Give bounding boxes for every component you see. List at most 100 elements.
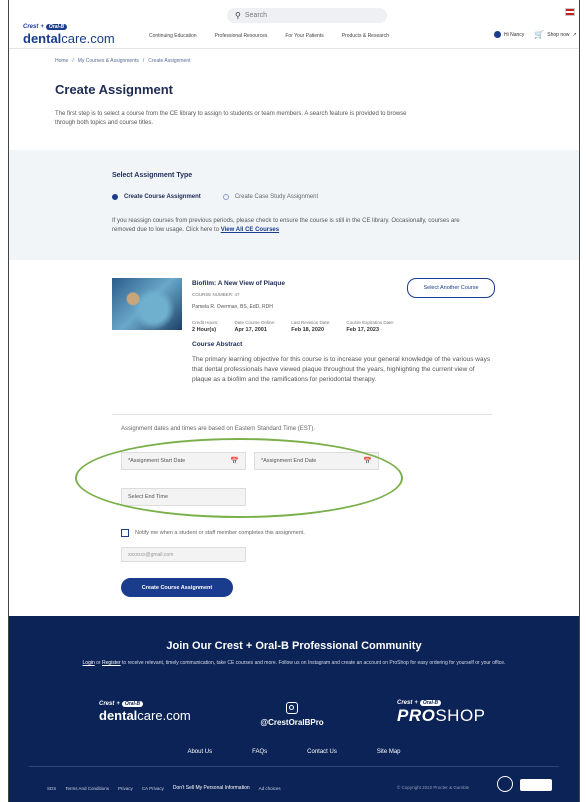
notify-label[interactable]: Notify me when a student or staff member…: [135, 530, 305, 536]
accessibility-badge-icon[interactable]: [497, 776, 513, 792]
footer-link-contact[interactable]: Contact Us: [307, 749, 337, 755]
footer-dentalcare-logo[interactable]: Crest + Oral-B dentalcare.com: [99, 701, 191, 723]
meta-label: Last Revision Date:: [291, 320, 331, 325]
nav-products-research[interactable]: Products & Research: [342, 33, 389, 39]
meta-revision-date: Last Revision Date: Feb 18, 2020: [291, 320, 330, 333]
legal-privacy[interactable]: Privacy: [118, 786, 133, 791]
breadcrumb-current: Create Assignment: [148, 58, 191, 64]
course-abstract-title: Course Abstract: [192, 341, 243, 348]
meta-value: Feb 18, 2020: [291, 327, 325, 333]
accredited-business-badge-icon[interactable]: [520, 779, 552, 791]
reassign-note: If you reassign courses from previous pe…: [112, 217, 472, 235]
radio-course-assignment-label[interactable]: Create Course Assignment: [124, 194, 201, 200]
logo-word-rest: care.com: [137, 708, 191, 723]
logo-word-bold: dental: [23, 31, 62, 46]
footer-text-body: to receive relevant, timely communicatio…: [122, 660, 506, 666]
radio-case-study-assignment-label[interactable]: Create Case Study Assignment: [235, 194, 318, 200]
legal-ad-choices[interactable]: Ad choices: [259, 786, 281, 791]
meta-value: Feb 17, 2023: [346, 327, 380, 333]
us-flag-icon[interactable]: [565, 8, 575, 16]
notify-checkbox[interactable]: [121, 529, 129, 537]
breadcrumb-home[interactable]: Home: [55, 58, 68, 64]
footer-text: Login or Register to receive relevant, t…: [49, 660, 539, 667]
radio-course-assignment[interactable]: [112, 194, 118, 200]
main-nav: Continuing Education Professional Resour…: [149, 33, 389, 39]
nav-professional-resources[interactable]: Professional Resources: [215, 33, 268, 39]
section-divider: [112, 414, 492, 415]
create-course-assignment-button[interactable]: Create Course Assignment: [121, 578, 233, 597]
assignment-type-title: Select Assignment Type: [112, 172, 193, 179]
search-input[interactable]: ⚲ Search: [227, 8, 387, 23]
dentalcare-logo[interactable]: Crest + Oral-B dentalcare.com: [23, 24, 115, 46]
meta-label: Date Course Online:: [234, 320, 276, 325]
legal-dont-sell[interactable]: Don't Sell My Personal Information: [173, 785, 250, 791]
user-greeting: Hi Nancy: [504, 31, 525, 38]
page-frame: ⚲ Search Crest + Oral-B dentalcare.com C…: [8, 0, 580, 802]
assignment-type-options: Create Course Assignment Create Case Stu…: [112, 194, 318, 200]
select-another-course-button[interactable]: Select Another Course: [407, 278, 495, 298]
account-link[interactable]: Hi Nancy: [494, 31, 524, 38]
breadcrumb-separator: /: [142, 58, 145, 64]
course-number: COURSE NUMBER: 47: [192, 292, 240, 297]
footer-link-about[interactable]: About Us: [187, 749, 212, 755]
breadcrumb: Home / My Courses & Assignments / Create…: [55, 58, 191, 64]
user-icon: [494, 31, 501, 38]
shop-label: Shop now: [547, 31, 570, 38]
external-link-icon: ↗: [572, 31, 577, 38]
nav-for-your-patients[interactable]: For Your Patients: [285, 33, 323, 39]
footer-title: Join Our Crest + Oral-B Professional Com…: [166, 640, 422, 652]
meta-expiration-date: Course Expiration Date: Feb 17, 2023: [346, 320, 394, 333]
proshop-rest: SHOP: [435, 706, 486, 725]
legal-terms[interactable]: Terms And Conditions: [65, 786, 109, 791]
timezone-note: Assignment dates and times are based on …: [121, 426, 316, 432]
assignment-type-section: [9, 150, 579, 260]
legal-ca-privacy[interactable]: CA Privacy: [142, 786, 164, 791]
logo-brand-top: Crest: [99, 701, 115, 707]
meta-label: Credit Hours:: [192, 320, 219, 325]
footer-copyright: © Copyright 2022 Procter & Gamble: [397, 785, 470, 790]
meta-credit-hours: Credit Hours: 2 Hour(s): [192, 320, 219, 333]
course-thumbnail: [112, 278, 182, 330]
footer-register-link[interactable]: Register: [102, 660, 121, 666]
instagram-icon: [286, 702, 298, 714]
breadcrumb-my-courses[interactable]: My Courses & Assignments: [78, 58, 139, 64]
notify-email-field[interactable]: xxxxxxx@gmail.com: [121, 547, 246, 562]
meta-value: 2 Hour(s): [192, 327, 217, 333]
instagram-link[interactable]: @CrestOralBPro: [247, 702, 337, 727]
footer-login-link[interactable]: Login: [83, 660, 95, 666]
radio-case-study-assignment[interactable]: [222, 194, 229, 200]
page-title: Create Assignment: [55, 82, 173, 97]
reassign-note-text: If you reassign courses from previous pe…: [112, 218, 460, 233]
footer-divider: [29, 766, 559, 767]
site-footer: Join Our Crest + Oral-B Professional Com…: [9, 616, 579, 802]
course-author: Pamela R. Overman, BS, EdD, RDH: [192, 304, 273, 310]
nav-continuing-education[interactable]: Continuing Education: [149, 33, 197, 39]
cart-icon: 🛒: [534, 30, 545, 39]
notify-option: Notify me when a student or staff member…: [121, 529, 305, 537]
user-menu: Hi Nancy 🛒 Shop now ↗: [494, 30, 577, 39]
legal-sds[interactable]: SDS: [47, 786, 56, 791]
course-title[interactable]: Biofilm: A New View of Plaque: [192, 280, 285, 287]
logo-brand-pill: Oral-B: [121, 701, 144, 707]
logo-word-rest: care.com: [61, 31, 115, 46]
meta-label: Course Expiration Date:: [346, 320, 395, 325]
highlight-annotation-ellipse: [75, 438, 403, 518]
shop-link[interactable]: 🛒 Shop now ↗: [534, 30, 576, 39]
course-abstract: The primary learning objective for this …: [192, 356, 491, 383]
proshop-logo[interactable]: Crest + Oral-B PROSHOP: [397, 700, 486, 726]
logo-brand-top: Crest: [23, 24, 39, 30]
breadcrumb-separator: /: [72, 58, 74, 64]
footer-legal-links: SDS Terms And Conditions Privacy CA Priv…: [47, 785, 281, 791]
course-meta: Credit Hours: 2 Hour(s) Date Course Onli…: [192, 320, 394, 333]
view-all-ce-courses-link[interactable]: View All CE Courses: [221, 227, 279, 233]
logo-word-bold: dental: [99, 708, 138, 723]
meta-value: Apr 17, 2001: [234, 327, 267, 333]
footer-link-sitemap[interactable]: Site Map: [377, 749, 401, 755]
page-intro: The first step is to select a course fro…: [55, 111, 407, 126]
header-divider: [9, 48, 579, 49]
search-icon: ⚲: [235, 11, 241, 20]
proshop-bold: PRO: [397, 706, 436, 725]
footer-or: or: [96, 660, 101, 666]
meta-date-online: Date Course Online: Apr 17, 2001: [235, 320, 276, 333]
footer-link-faqs[interactable]: FAQs: [252, 749, 267, 755]
